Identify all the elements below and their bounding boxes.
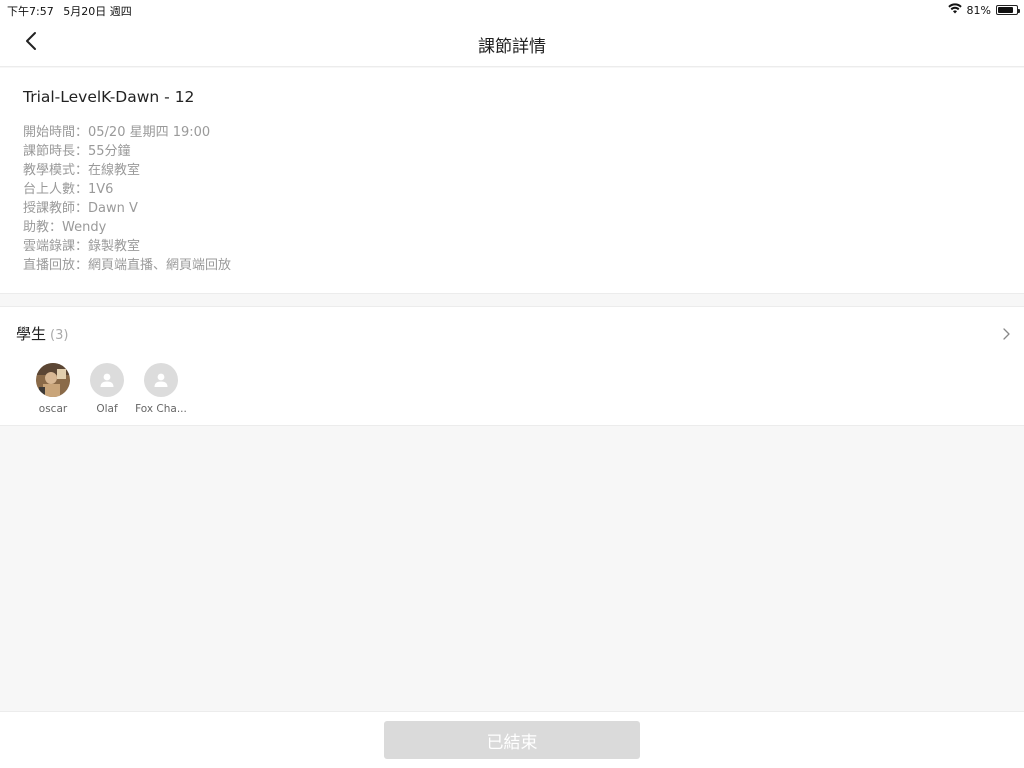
students-count: (3): [50, 328, 69, 343]
battery-icon: [996, 5, 1020, 15]
status-bar: 下午7:57 5月20日 週四 81%: [0, 0, 1024, 20]
info-start-time: 開始時間：05/20 星期四 19:00: [23, 125, 211, 140]
student-list: oscar Olaf Fox Cha...: [26, 363, 188, 415]
info-cloud-recording: 雲端錄課：錄製教室: [23, 239, 141, 254]
student-item-olaf[interactable]: Olaf: [80, 363, 134, 415]
student-item-fox[interactable]: Fox Cha...: [134, 363, 188, 415]
lesson-info-list: 開始時間：05/20 星期四 19:00 課節時長：55分鐘 教學模式：在線教室…: [23, 123, 231, 275]
info-assistant: 助教：Wendy: [23, 220, 107, 235]
students-title: 學生 (3): [16, 323, 68, 344]
default-avatar-icon: [144, 363, 178, 397]
finished-button[interactable]: 已結束: [384, 721, 640, 759]
student-name: Olaf: [96, 403, 118, 415]
status-left: 下午7:57 5月20日 週四: [7, 3, 138, 19]
students-card: 學生 (3) oscar Olaf Fox Cha...: [0, 306, 1024, 426]
chevron-right-icon: [1003, 325, 1010, 344]
status-date: 5月20日 週四: [63, 5, 132, 18]
info-teaching-mode: 教學模式：在線教室: [23, 163, 141, 178]
battery-level: [998, 7, 1013, 13]
lesson-title: Trial-LevelK-Dawn - 12: [23, 88, 195, 106]
student-name: Fox Cha...: [135, 403, 187, 415]
info-live-playback: 直播回放：網頁端直播、網頁端回放: [23, 258, 232, 273]
wifi-icon: [947, 3, 962, 17]
students-header[interactable]: 學生 (3): [0, 307, 1024, 355]
info-duration: 課節時長：55分鐘: [23, 144, 131, 159]
status-time: 下午7:57: [7, 5, 54, 18]
info-teacher: 授課教師：Dawn V: [23, 201, 138, 216]
default-avatar-icon: [90, 363, 124, 397]
student-photo-avatar: [36, 363, 70, 397]
status-right: 81%: [947, 3, 1020, 17]
students-label: 學生: [16, 325, 47, 343]
nav-bar: 課節詳情: [0, 20, 1024, 67]
student-name: oscar: [38, 403, 68, 415]
info-stage-count: 台上人數：1V6: [23, 182, 114, 197]
page-title: 課節詳情: [478, 37, 546, 57]
student-item-oscar[interactable]: oscar: [26, 363, 80, 415]
lesson-info-card: Trial-LevelK-Dawn - 12 開始時間：05/20 星期四 19…: [0, 68, 1024, 294]
bottom-bar: 已結束: [0, 711, 1024, 768]
battery-percent: 81%: [966, 3, 991, 17]
